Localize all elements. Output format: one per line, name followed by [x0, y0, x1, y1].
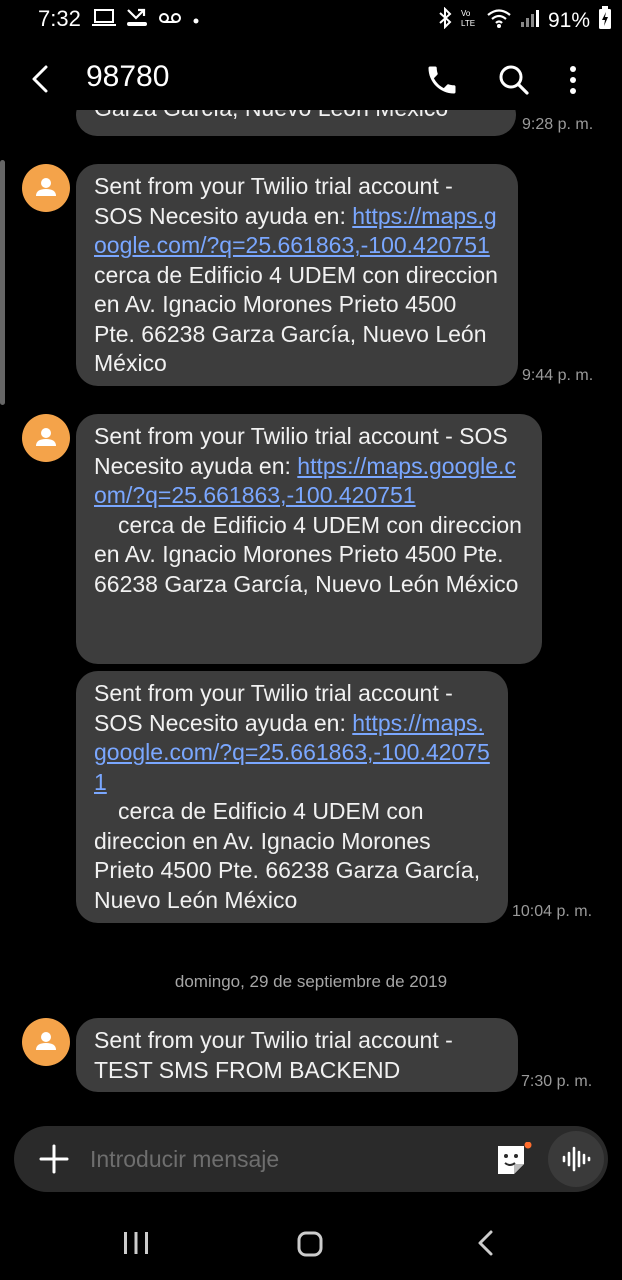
- sticker-icon[interactable]: [494, 1141, 532, 1178]
- home-icon[interactable]: [296, 1230, 324, 1258]
- contact-title: 98780: [86, 60, 170, 93]
- add-icon[interactable]: [38, 1143, 70, 1175]
- message-bubble[interactable]: Sent from your Twilio trial account - SO…: [76, 671, 508, 923]
- message-timestamp: 10:04 p. m.: [512, 903, 593, 920]
- laptop-icon: [92, 8, 116, 33]
- avatar[interactable]: [22, 1018, 70, 1066]
- search-icon[interactable]: [496, 62, 532, 98]
- status-bar: 7:32 Vo LTE 91%: [0, 0, 622, 40]
- avatar[interactable]: [22, 414, 70, 462]
- back-arrow-icon[interactable]: [24, 62, 58, 96]
- notification-icons: [92, 8, 200, 33]
- voicemail-icon: [158, 10, 182, 31]
- battery-charging-icon: [598, 6, 612, 35]
- missed-call-icon: [126, 8, 148, 33]
- message-timestamp: 9:28 p. m.: [522, 116, 594, 133]
- message-composer: [14, 1126, 608, 1192]
- message-text: Garza García, Nuevo León México: [94, 110, 448, 121]
- dot-icon: [192, 12, 200, 30]
- message-bubble[interactable]: Sent from your Twilio trial account - TE…: [76, 1018, 518, 1092]
- avatar[interactable]: [22, 164, 70, 212]
- message-bubble[interactable]: Sent from your Twilio trial account - SO…: [76, 164, 518, 386]
- volte-icon: Vo LTE: [460, 7, 478, 34]
- svg-text:LTE: LTE: [461, 19, 475, 28]
- conversation-header: 98780: [0, 48, 622, 110]
- message-text: cerca de Edificio 4 UDEM con direccion e…: [94, 798, 481, 913]
- message-text: cerca de Edificio 4 UDEM con direccion e…: [94, 511, 522, 597]
- nav-back-icon[interactable]: [472, 1228, 500, 1258]
- scrollbar[interactable]: [0, 160, 5, 405]
- bluetooth-icon: [438, 6, 452, 34]
- person-icon: [36, 178, 56, 196]
- message-text: Sent from your Twilio trial account - TE…: [94, 1027, 453, 1083]
- system-nav-bar: [0, 1210, 622, 1280]
- more-vert-icon[interactable]: [560, 62, 586, 98]
- message-input[interactable]: [90, 1126, 480, 1192]
- message-thread[interactable]: Garza García, Nuevo León México 9:28 p. …: [0, 110, 622, 1120]
- system-icons: Vo LTE 91%: [438, 6, 612, 35]
- voice-input-icon[interactable]: [548, 1131, 604, 1187]
- battery-percent: 91%: [547, 8, 590, 32]
- person-icon: [36, 1032, 56, 1050]
- phone-icon[interactable]: [424, 62, 460, 98]
- message-timestamp: 7:30 p. m.: [521, 1073, 593, 1090]
- date-separator: domingo, 29 de septiembre de 2019: [174, 972, 448, 991]
- recents-icon[interactable]: [122, 1230, 150, 1256]
- person-icon: [36, 428, 56, 446]
- message-timestamp: 9:44 p. m.: [522, 367, 594, 384]
- message-bubble[interactable]: Garza García, Nuevo León México: [76, 110, 516, 136]
- wifi-icon: [486, 7, 512, 34]
- svg-text:Vo: Vo: [461, 9, 471, 18]
- message-text: cerca de Edificio 4 UDEM con direccion e…: [94, 261, 498, 377]
- signal-icon: [520, 7, 540, 34]
- message-bubble[interactable]: Sent from your Twilio trial account - SO…: [76, 414, 542, 664]
- status-time: 7:32: [38, 6, 81, 31]
